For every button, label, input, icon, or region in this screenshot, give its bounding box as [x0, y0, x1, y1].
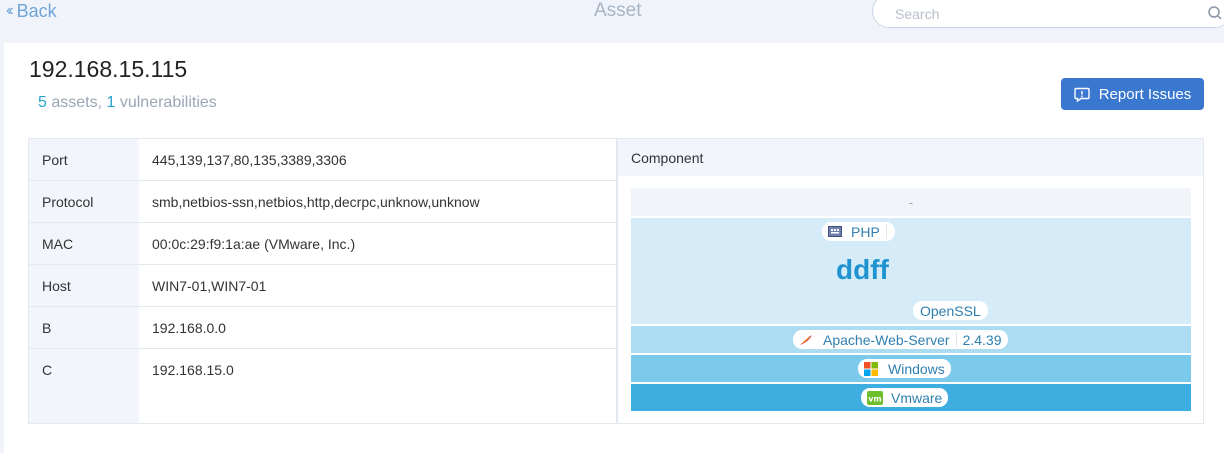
vulnerabilities-label: vulnerabilities: [115, 94, 217, 111]
vmware-label: Vmware: [891, 389, 943, 406]
info-key: B: [29, 307, 139, 348]
report-issues-label: Report Issues: [1098, 85, 1192, 103]
info-row-b: B 192.168.0.0: [29, 307, 616, 349]
apache-version: 2.4.39: [962, 331, 1002, 348]
info-row-c: C 192.168.15.0: [29, 349, 616, 423]
top-bar: ‹‹ Back Asset: [0, 0, 1224, 40]
info-key: Host: [29, 265, 139, 306]
component-layer-os: Windows: [631, 355, 1191, 382]
search-input[interactable]: [895, 4, 1195, 24]
windows-tag[interactable]: Windows: [858, 359, 951, 378]
info-key: Protocol: [29, 181, 139, 222]
info-value: WIN7-01,WIN7-01: [152, 278, 267, 294]
vmware-tag[interactable]: vm Vmware: [861, 388, 949, 407]
component-layer-hardware: vm Vmware: [631, 384, 1191, 411]
php-icon: [828, 226, 842, 237]
info-value: 00:0c:29:f9:1a:ae (VMware, Inc.): [152, 236, 356, 252]
info-value: 445,139,137,80,135,3389,3306: [152, 152, 347, 168]
asset-ip-title: 192.168.15.115: [29, 56, 188, 82]
asset-card: 192.168.15.115 5 assets, 1 vulnerabiliti…: [4, 43, 1224, 453]
component-panel: Component - PHP ddff OpenSSL Apache-Web-…: [617, 138, 1204, 424]
info-key: Port: [29, 139, 139, 180]
back-button[interactable]: ‹‹ Back: [6, 0, 57, 22]
asset-summary: 5 assets, 1 vulnerabilities: [38, 94, 217, 112]
asset-info-table: Port 445,139,137,80,135,3389,3306 Protoc…: [28, 138, 617, 424]
report-icon: [1074, 87, 1090, 102]
search-icon[interactable]: [1207, 5, 1223, 21]
info-row-port: Port 445,139,137,80,135,3389,3306: [29, 139, 616, 181]
apache-tag[interactable]: Apache-Web-Server 2.4.39: [793, 330, 1008, 349]
info-row-host: Host WIN7-01,WIN7-01: [29, 265, 616, 307]
assets-count[interactable]: 5: [38, 94, 47, 111]
info-row-protocol: Protocol smb,netbios-ssn,netbios,http,de…: [29, 181, 616, 223]
svg-text:vm: vm: [868, 394, 882, 403]
page-title: Asset: [594, 0, 642, 21]
component-layer-top: -: [631, 188, 1191, 216]
component-center-text: ddff: [836, 254, 889, 285]
back-label: Back: [16, 0, 57, 21]
tag-separator: [955, 332, 957, 347]
php-tag[interactable]: PHP: [822, 222, 895, 241]
assets-label: assets,: [46, 94, 107, 111]
component-header: Component: [618, 139, 1203, 176]
apache-label: Apache-Web-Server: [823, 331, 950, 348]
info-key: MAC: [29, 223, 139, 264]
tag-separator: [885, 224, 887, 239]
search-box[interactable]: [872, 0, 1224, 28]
info-key: C: [29, 349, 139, 423]
report-issues-button[interactable]: Report Issues: [1061, 78, 1204, 110]
openssl-tag[interactable]: OpenSSL: [913, 301, 988, 320]
feather-icon: [800, 334, 812, 345]
windows-icon: [864, 361, 878, 376]
info-value: smb,netbios-ssn,netbios,http,decrpc,unkn…: [152, 194, 480, 210]
info-row-mac: MAC 00:0c:29:f9:1a:ae (VMware, Inc.): [29, 223, 616, 265]
empty-layer-text: -: [908, 194, 914, 210]
double-chevron-left-icon: ‹‹: [6, 2, 13, 19]
vm-icon: vm: [867, 390, 883, 405]
info-value: 192.168.0.0: [152, 320, 226, 336]
component-layer-web-server: Apache-Web-Server 2.4.39: [631, 326, 1191, 353]
info-value: 192.168.15.0: [152, 362, 234, 378]
openssl-label: OpenSSL: [920, 302, 981, 319]
component-layer-application: PHP ddff OpenSSL: [631, 218, 1191, 324]
php-label: PHP: [851, 223, 880, 240]
windows-label: Windows: [888, 360, 945, 377]
